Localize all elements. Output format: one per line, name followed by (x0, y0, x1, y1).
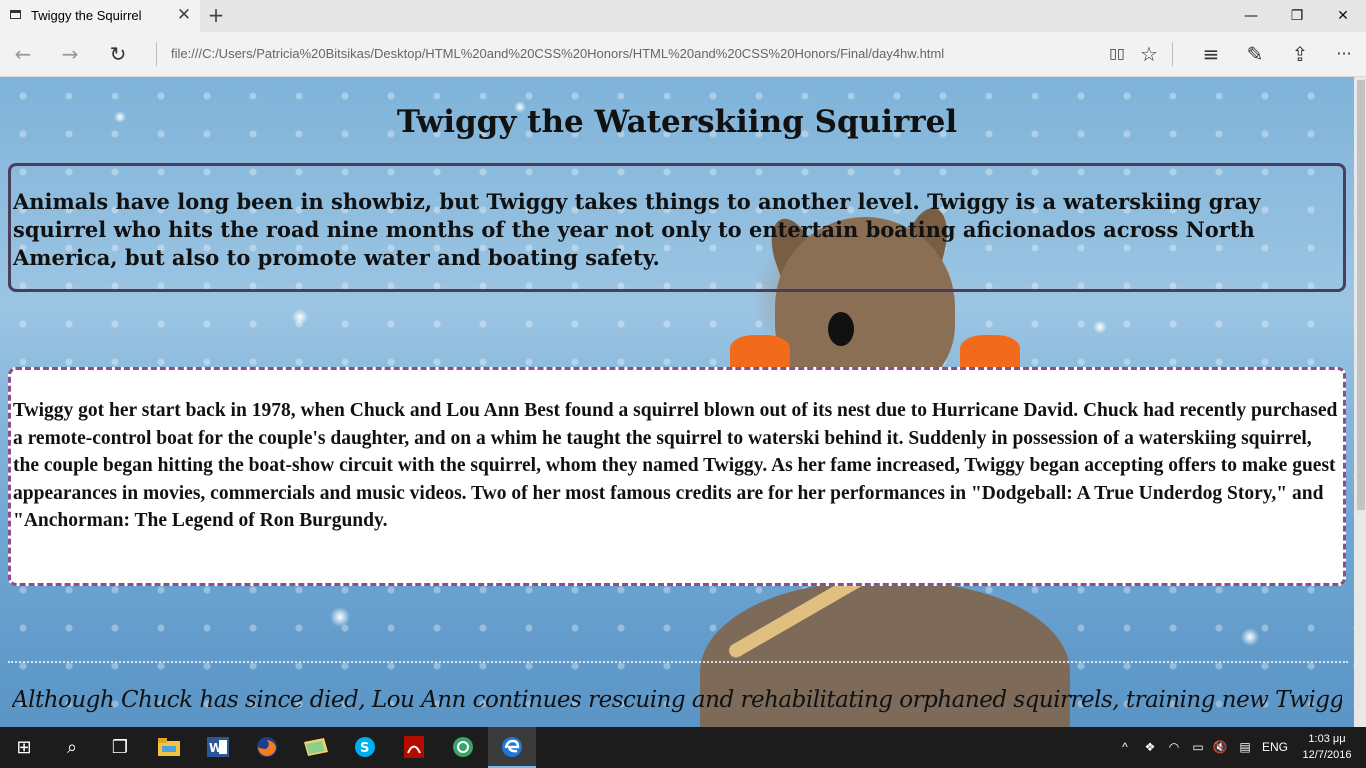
history-paragraph: Twiggy got her start back in 1978, when … (13, 400, 1338, 531)
scrollbar-thumb[interactable] (1357, 80, 1365, 510)
close-window-button[interactable]: ✕ (1320, 0, 1366, 32)
tray-chevron-icon[interactable]: ^ (1116, 727, 1134, 768)
legacy-paragraph: Although Chuck has since died, Lou Ann c… (12, 687, 1342, 713)
acrobat-icon[interactable] (390, 727, 438, 768)
network-app-icon[interactable] (439, 727, 487, 768)
page-icon (10, 10, 21, 19)
intro-paragraph: Animals have long been in showbiz, but T… (13, 189, 1261, 270)
navigation-bar: ← → ↻ file:///C:/Users/Patricia%20Bitsik… (0, 32, 1366, 77)
refresh-button[interactable]: ↻ (103, 40, 133, 68)
firefox-icon[interactable] (243, 727, 291, 768)
intro-box: Animals have long been in showbiz, but T… (8, 163, 1346, 292)
page-title: Twiggy the Waterskiing Squirrel (396, 104, 958, 140)
file-explorer-icon[interactable] (145, 727, 193, 768)
more-icon[interactable]: ··· (1329, 40, 1359, 68)
squirrel-eye (828, 312, 854, 346)
volume-muted-icon[interactable]: 🔇 (1210, 727, 1230, 768)
history-box: Twiggy got her start back in 1978, when … (8, 367, 1346, 586)
favorite-star-icon[interactable]: ☆ (1134, 40, 1164, 68)
web-page: Twiggy the Waterskiing Squirrel Animals … (0, 77, 1354, 727)
skype-icon[interactable]: S (341, 727, 389, 768)
life-vest (730, 335, 790, 369)
tab-title: Twiggy the Squirrel (31, 8, 142, 23)
divider (1172, 42, 1173, 66)
search-icon[interactable]: ⌕ (48, 727, 96, 768)
web-note-icon[interactable]: ✎ (1240, 40, 1270, 68)
tab-twiggy[interactable]: Twiggy the Squirrel ✕ (0, 0, 200, 32)
new-tab-button[interactable]: + (205, 4, 227, 26)
legacy-box: Although Chuck has since died, Lou Ann c… (8, 661, 1348, 727)
battery-icon[interactable]: ▭ (1188, 727, 1208, 768)
edge-icon[interactable] (488, 727, 536, 768)
start-button[interactable]: ⊞ (0, 727, 48, 768)
svg-text:S: S (360, 741, 369, 756)
clock-date: 12/7/2016 (1302, 749, 1352, 761)
share-icon[interactable]: ⇪ (1285, 40, 1315, 68)
tab-bar: Twiggy the Squirrel ✕ + — ❐ ✕ (0, 0, 1366, 32)
divider (156, 42, 157, 66)
language-indicator[interactable]: ENG (1260, 727, 1290, 768)
system-clock[interactable]: 1:03 μμ 12/7/2016 (1294, 731, 1360, 763)
clock-time: 1:03 μμ (1308, 733, 1346, 745)
svg-text:W: W (209, 741, 222, 755)
action-center-icon[interactable]: ▤ (1234, 727, 1256, 768)
task-view-icon[interactable]: ❐ (96, 727, 144, 768)
folder-icon[interactable] (292, 727, 340, 768)
forward-button[interactable]: → (55, 40, 85, 68)
windows-taskbar: ⊞ ⌕ ❐ W S ^ ❖ ◠ ▭ 🔇 ▤ ENG 1:03 μμ 12/7/2… (0, 727, 1366, 768)
close-tab-icon[interactable]: ✕ (174, 5, 194, 25)
hub-icon[interactable]: ≡ (1196, 40, 1226, 68)
address-bar[interactable]: file:///C:/Users/Patricia%20Bitsikas/Des… (171, 46, 944, 61)
life-vest (960, 335, 1020, 369)
restore-button[interactable]: ❐ (1274, 0, 1320, 32)
minimize-button[interactable]: — (1228, 0, 1274, 32)
back-button[interactable]: ← (8, 40, 38, 68)
dropbox-icon[interactable]: ❖ (1140, 727, 1160, 768)
wifi-icon[interactable]: ◠ (1164, 727, 1184, 768)
word-icon[interactable]: W (194, 727, 242, 768)
reading-view-icon[interactable]: ▯▯ (1102, 40, 1132, 68)
